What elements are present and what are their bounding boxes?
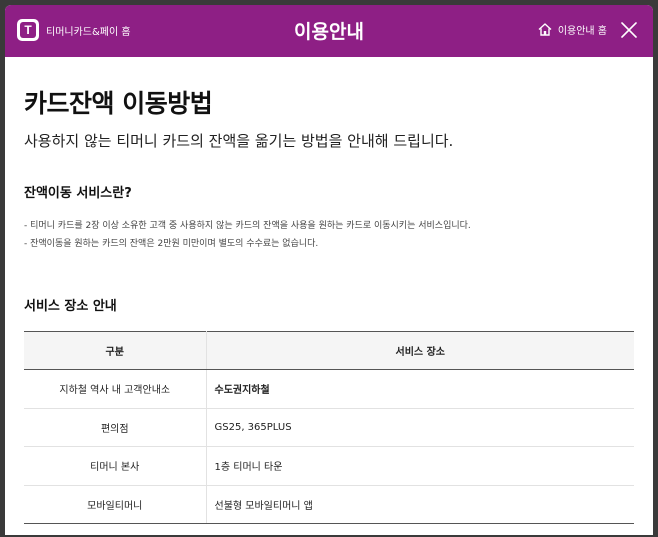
page-subtitle: 사용하지 않는 티머니 카드의 잔액을 옮기는 방법을 안내해 드립니다. — [24, 132, 454, 150]
close-icon — [621, 22, 637, 38]
description-line: - 티머니 카드를 2장 이상 소유한 고객 중 사용하지 않는 카드의 잔액을… — [24, 221, 471, 231]
cell-place: 선불형 모바일티머니 앱 — [206, 485, 634, 524]
service-location-table: 구분 서비스 장소 지하철 역사 내 고객안내소 수도권지하철 편의점 GS25… — [24, 331, 634, 524]
cell-category: 모바일티머니 — [24, 485, 207, 524]
section-title-balance-transfer: 잔액이동 서비스란? — [24, 186, 132, 201]
table-header-row: 구분 서비스 장소 — [24, 331, 634, 370]
table-row: 편의점 GS25, 365PLUS — [24, 408, 634, 447]
home-icon — [538, 23, 552, 36]
column-header-place: 서비스 장소 — [206, 331, 634, 370]
cell-place: GS25, 365PLUS — [206, 408, 634, 447]
table-row: 모바일티머니 선불형 모바일티머니 앱 — [24, 485, 634, 524]
page-title: 카드잔액 이동방법 — [24, 89, 213, 118]
cell-place: 1층 티머니 타운 — [206, 446, 634, 486]
main-content: 카드잔액 이동방법 사용하지 않는 티머니 카드의 잔액을 옮기는 방법을 안내… — [5, 84, 653, 524]
table-row: 지하철 역사 내 고객안내소 수도권지하철 — [24, 369, 634, 409]
info-window: T 티머니카드&페이 홈 이용안내 이용안내 홈 카드잔액 이동방법 사용하지 … — [5, 5, 653, 535]
column-header-category: 구분 — [24, 331, 207, 370]
home-label: 이용안내 홈 — [557, 26, 607, 37]
description-line: - 잔액이동을 원하는 카드의 잔액은 2만원 미만이며 별도의 수수료는 없습… — [24, 239, 319, 249]
logo-letter: T — [20, 22, 36, 38]
cell-category: 티머니 본사 — [24, 446, 207, 486]
cell-place: 수도권지하철 — [206, 369, 634, 409]
close-button[interactable] — [619, 20, 639, 40]
section-description: - 티머니 카드를 2장 이상 소유한 고객 중 사용하지 않는 카드의 잔액을… — [24, 217, 634, 253]
section-title-service-locations: 서비스 장소 안내 — [24, 299, 117, 314]
cell-category: 지하철 역사 내 고객안내소 — [24, 369, 207, 409]
brand-home-link[interactable]: 티머니카드&페이 홈 — [46, 23, 131, 38]
table-row: 티머니 본사 1층 티머니 타운 — [24, 446, 634, 486]
cell-category: 편의점 — [24, 408, 207, 447]
top-bar: T 티머니카드&페이 홈 이용안내 이용안내 홈 — [5, 5, 653, 57]
tmoney-logo-icon[interactable]: T — [17, 19, 39, 41]
info-home-button[interactable]: 이용안내 홈 — [538, 22, 607, 37]
